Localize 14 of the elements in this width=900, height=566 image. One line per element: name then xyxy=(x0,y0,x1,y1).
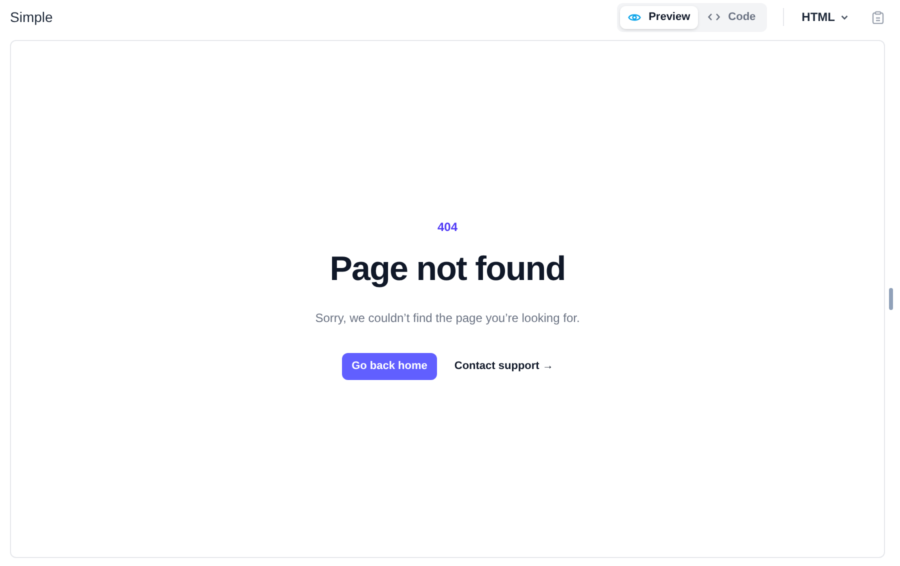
scrollbar-thumb[interactable] xyxy=(889,288,893,310)
clipboard-icon[interactable] xyxy=(872,10,884,24)
chevron-down-icon xyxy=(841,14,848,20)
eye-icon xyxy=(628,12,641,22)
view-tab[interactable]: Preview xyxy=(620,6,698,28)
go-back-home-button[interactable]: Go back home xyxy=(342,353,438,380)
contact-support-link[interactable]: Contact support → xyxy=(454,358,554,375)
language-dropdown[interactable]: HTML xyxy=(800,8,850,26)
code-icon xyxy=(708,13,720,21)
error-code: 404 xyxy=(437,219,458,236)
error-heading: Page not found xyxy=(330,249,566,290)
view-tab[interactable]: Code xyxy=(700,6,764,28)
page-title: Simple xyxy=(10,8,53,27)
error-message: Sorry, we couldn’t find the page you’re looking for. xyxy=(315,310,580,327)
